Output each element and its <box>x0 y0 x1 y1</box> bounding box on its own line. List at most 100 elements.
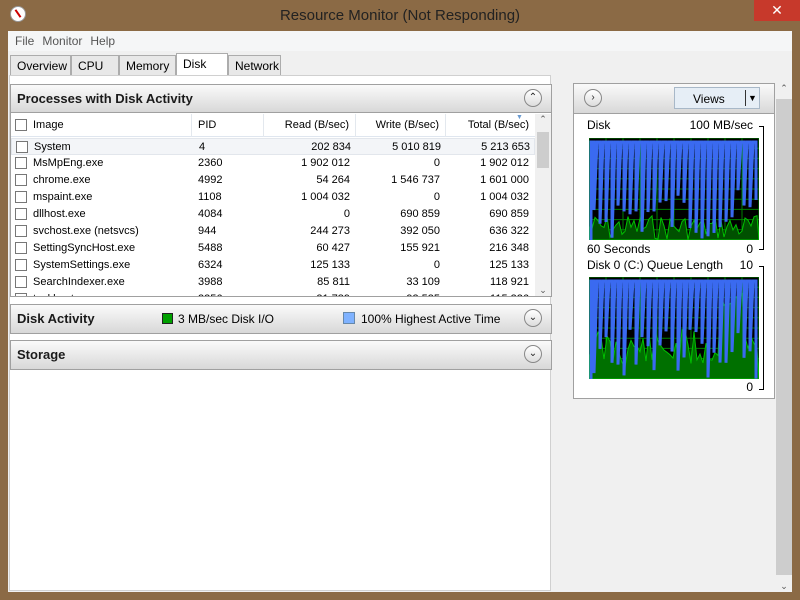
cell-write: 33 109 <box>406 276 440 288</box>
cell-read: 21 789 <box>264 291 356 296</box>
expand-button[interactable]: ⌄ <box>524 309 542 327</box>
table-row[interactable]: svchost.exe (netsvcs) 944 244 273 392 050 63… <box>11 223 535 240</box>
tab-memory[interactable]: Memory <box>119 55 176 76</box>
views-button[interactable]: Views ▼ <box>674 87 760 109</box>
cell-write: 690 859 <box>400 208 440 220</box>
cell-total: 636 322 <box>489 225 529 237</box>
cell-image: MsMpEng.exe <box>33 157 104 169</box>
left-pane: Processes with Disk Activity ⌃ Image PID… <box>9 75 552 591</box>
hide-panel-button[interactable]: › <box>584 89 602 107</box>
graphs-panel: › Views ▼ Disk 100 MB/sec 60 Seconds 0 D… <box>573 83 775 399</box>
processes-section: Processes with Disk Activity ⌃ Image PID… <box>10 84 552 297</box>
storage-section[interactable]: Storage ⌄ <box>10 340 552 370</box>
storage-title: Storage <box>17 347 66 362</box>
cell-read: 244 273 <box>310 225 350 237</box>
cell-total: 5 213 653 <box>481 141 530 153</box>
menu-monitor[interactable]: Monitor <box>38 31 86 48</box>
table-row[interactable]: SearchIndexer.exe 3988 85 811 33 109 118 921 <box>11 274 535 291</box>
disk-graph-title: Disk <box>587 118 611 132</box>
scroll-down-icon[interactable]: ⌄ <box>776 581 792 592</box>
close-icon: ✕ <box>771 2 783 18</box>
table-row[interactable]: SystemSettings.exe 6324 125 133 0 125 133 <box>11 257 535 274</box>
col-image[interactable]: Image <box>27 114 192 137</box>
cell-pid: 5488 <box>198 242 223 254</box>
table-row[interactable]: SettingSyncHost.exe 5488 60 427 155 921 216 … <box>11 240 535 257</box>
col-read[interactable]: Read (B/sec) <box>264 114 356 137</box>
table-row[interactable]: System 4 202 834 5 010 819 5 213 653 <box>11 138 535 155</box>
tab-network[interactable]: Network <box>228 55 281 76</box>
cell-write: 0 <box>433 191 440 203</box>
disk-graph-max: 100 MB/sec <box>689 118 753 132</box>
processes-header[interactable]: Processes with Disk Activity ⌃ <box>11 85 551 113</box>
collapse-button[interactable]: ⌃ <box>524 89 542 107</box>
process-rows: System 4 202 834 5 010 819 5 213 653 MsMpEng.… <box>11 138 535 296</box>
cell-total: 118 921 <box>490 276 529 288</box>
chevron-right-icon: › <box>591 92 595 103</box>
cell-image: System <box>34 141 71 153</box>
table-row[interactable]: MsMpEng.exe 2360 1 902 012 0 1 902 012 <box>11 155 535 172</box>
row-checkbox[interactable] <box>16 141 28 153</box>
cell-write: 5 010 819 <box>392 141 441 153</box>
title-bar: Resource Monitor (Not Responding) ✕ <box>0 0 800 31</box>
cell-pid: 944 <box>198 225 217 237</box>
panel-scrollbar[interactable]: ⌃ ⌄ <box>776 83 792 592</box>
cell-read: 60 427 <box>316 242 350 254</box>
scroll-thumb[interactable] <box>537 132 549 168</box>
cell-read: 85 811 <box>317 276 350 288</box>
dropdown-arrow-icon: ▼ <box>745 90 757 106</box>
cell-image: chrome.exe <box>33 174 91 186</box>
client-area: File Monitor Help Overview CPU Memory Disk… <box>8 31 792 592</box>
queue-graph-title: Disk 0 (C:) Queue Length <box>587 258 724 272</box>
cell-read: 125 133 <box>310 259 350 271</box>
cell-write: 0 <box>433 259 440 271</box>
close-button[interactable]: ✕ <box>754 0 800 21</box>
cell-read: 54 264 <box>316 174 350 186</box>
row-checkbox[interactable] <box>15 242 27 254</box>
table-row[interactable]: taskhost.exe335621 78993 535115 326 <box>11 291 535 296</box>
scroll-down-icon[interactable]: ⌄ <box>535 285 551 296</box>
disk-scale-bracket <box>759 126 764 250</box>
row-checkbox[interactable] <box>15 293 27 296</box>
row-checkbox[interactable] <box>15 276 27 288</box>
cell-write: 93 535 <box>356 291 446 296</box>
expand-button[interactable]: ⌄ <box>524 345 542 363</box>
table-row[interactable]: dllhost.exe 4084 0 690 859 690 859 <box>11 206 535 223</box>
disk-activity-section[interactable]: Disk Activity 3 MB/sec Disk I/O 100% Hig… <box>10 304 552 334</box>
cell-image: SettingSyncHost.exe <box>33 242 136 254</box>
col-write[interactable]: Write (B/sec) <box>356 114 446 137</box>
disk-graph-min: 0 <box>746 242 753 256</box>
cell-total: 216 348 <box>489 242 529 254</box>
cell-pid: 6324 <box>198 259 223 271</box>
tab-overview[interactable]: Overview <box>10 55 71 76</box>
scroll-up-icon[interactable]: ⌃ <box>776 83 792 94</box>
cell-write: 392 050 <box>400 225 440 237</box>
cell-image: dllhost.exe <box>33 208 86 220</box>
cell-pid: 4992 <box>198 174 223 186</box>
table-scrollbar[interactable]: ⌃ ⌄ <box>535 114 551 296</box>
scroll-up-icon[interactable]: ⌃ <box>535 114 551 125</box>
row-checkbox[interactable] <box>15 208 27 220</box>
disk-graph <box>589 138 759 240</box>
scroll-thumb[interactable] <box>776 99 792 575</box>
processes-title: Processes with Disk Activity <box>17 91 193 106</box>
row-checkbox[interactable] <box>15 174 27 186</box>
row-checkbox[interactable] <box>15 157 27 169</box>
cell-write: 155 921 <box>400 242 440 254</box>
cell-total: 1 902 012 <box>480 157 529 169</box>
col-pid[interactable]: PID <box>192 114 264 137</box>
menu-help[interactable]: Help <box>86 31 119 48</box>
cell-image: taskhost.exe <box>27 291 192 296</box>
cell-image: mspaint.exe <box>33 191 93 203</box>
table-row[interactable]: mspaint.exe 1108 1 004 032 0 1 004 032 <box>11 189 535 206</box>
menu-file[interactable]: File <box>11 31 38 48</box>
chevron-up-icon: ⌃ <box>528 92 538 103</box>
views-label: Views <box>693 92 725 106</box>
tab-cpu[interactable]: CPU <box>71 55 119 76</box>
table-row[interactable]: chrome.exe 4992 54 264 1 546 737 1 601 000 <box>11 172 535 189</box>
row-checkbox[interactable] <box>15 191 27 203</box>
row-checkbox[interactable] <box>15 259 27 271</box>
tab-disk[interactable]: Disk <box>176 53 228 76</box>
cell-total: 125 133 <box>489 259 529 271</box>
row-checkbox[interactable] <box>15 225 27 237</box>
select-all-checkbox[interactable] <box>15 119 27 131</box>
